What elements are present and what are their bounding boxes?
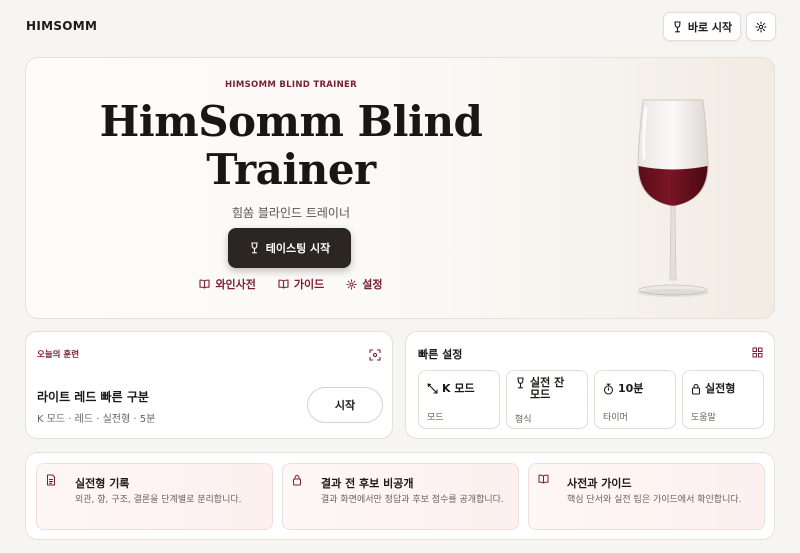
today-eyebrow: 오늘의 훈련 bbox=[37, 350, 80, 360]
option-format-value-line2: 모드 bbox=[530, 388, 551, 401]
option-timer-value: 10분 bbox=[618, 382, 644, 395]
wine-dictionary-label: 와인사전 bbox=[215, 278, 256, 291]
start-tasting-label: 테이스팅 시작 bbox=[265, 242, 331, 255]
settings-button[interactable] bbox=[746, 12, 776, 41]
settings-label: 설정 bbox=[362, 278, 383, 291]
wine-glass-icon bbox=[672, 20, 683, 33]
option-mode-head: K 모드 bbox=[427, 383, 475, 395]
wine-glass-illustration bbox=[626, 94, 726, 304]
gear-icon bbox=[755, 20, 767, 33]
option-timer[interactable]: 10분 타이머 bbox=[594, 370, 676, 429]
option-timer-head: 10분 bbox=[603, 383, 643, 395]
lock-icon bbox=[292, 474, 302, 486]
wine-glass-icon bbox=[515, 377, 526, 389]
feature-hidden-candidates: 결과 전 후보 비공개 결과 화면에서만 정답과 후보 점수를 공개합니다. bbox=[282, 463, 519, 530]
option-help-value: 실전형 bbox=[705, 382, 736, 395]
app-logo[interactable]: HIMSOMM bbox=[26, 19, 97, 33]
option-mode-value: K 모드 bbox=[442, 382, 475, 395]
today-training-card: 오늘의 훈련 라이트 레드 빠른 구분 K 모드 · 레드 · 실전형 · 5분… bbox=[25, 331, 393, 439]
gear-icon bbox=[346, 278, 357, 290]
guide-label: 가이드 bbox=[293, 278, 325, 291]
wine-glass-icon bbox=[249, 242, 260, 254]
quick-settings-card: 빠른 설정 K 모드 모드 실전 잔 모드 형식 10분 타이머 실전형 도움말 bbox=[405, 331, 775, 439]
pen-icon bbox=[427, 383, 438, 394]
option-timer-label: 타이머 bbox=[603, 413, 628, 423]
hero-panel: HIMSOMM BLIND TRAINER HimSomm Blind Trai… bbox=[25, 57, 775, 319]
features-card: 실전형 기록 외관, 향, 구조, 결론을 단계별로 분리합니다. 결과 전 후… bbox=[25, 452, 775, 540]
book-icon bbox=[538, 474, 549, 484]
wine-dictionary-link[interactable]: 와인사전 bbox=[199, 276, 256, 292]
settings-link[interactable]: 설정 bbox=[346, 276, 383, 292]
option-help-head: 실전형 bbox=[691, 383, 735, 395]
guide-link[interactable]: 가이드 bbox=[278, 276, 324, 292]
hero-title-line2: Trainer bbox=[206, 145, 376, 194]
top-bar: HIMSOMM 바로 시작 bbox=[0, 0, 800, 55]
hero-title: HimSomm Blind Trainer bbox=[26, 98, 556, 194]
document-icon bbox=[46, 474, 56, 486]
option-mode-label: 모드 bbox=[427, 413, 444, 423]
quick-start-label: 바로 시작 bbox=[687, 20, 733, 34]
focus-icon bbox=[369, 349, 381, 361]
option-mode[interactable]: K 모드 모드 bbox=[418, 370, 500, 429]
book-icon bbox=[278, 279, 289, 289]
hero-eyebrow: HIMSOMM BLIND TRAINER bbox=[225, 80, 357, 90]
option-help[interactable]: 실전형 도움말 bbox=[682, 370, 764, 429]
today-title: 라이트 레드 빠른 구분 bbox=[37, 390, 149, 404]
feature-desc: 핵심 단서와 실전 팁은 가이드에서 확인합니다. bbox=[567, 495, 742, 505]
feature-title: 결과 전 후보 비공개 bbox=[321, 477, 414, 490]
feature-practical-record: 실전형 기록 외관, 향, 구조, 결론을 단계별로 분리합니다. bbox=[36, 463, 273, 530]
feature-title: 사전과 가이드 bbox=[567, 477, 632, 490]
quick-settings-title: 빠른 설정 bbox=[418, 348, 463, 361]
option-format-head: 실전 잔 모드 bbox=[515, 377, 564, 401]
book-icon bbox=[199, 279, 210, 289]
hero-links: 와인사전 가이드 설정 bbox=[26, 276, 556, 292]
option-help-label: 도움말 bbox=[691, 413, 716, 423]
today-meta: K 모드 · 레드 · 실전형 · 5분 bbox=[37, 414, 156, 425]
quick-start-button[interactable]: 바로 시작 bbox=[663, 12, 741, 41]
lock-icon bbox=[691, 383, 701, 395]
feature-dictionary-guide: 사전과 가이드 핵심 단서와 실전 팁은 가이드에서 확인합니다. bbox=[528, 463, 765, 530]
option-format-label: 형식 bbox=[515, 415, 532, 425]
feature-desc: 결과 화면에서만 정답과 후보 점수를 공개합니다. bbox=[321, 495, 504, 505]
feature-desc: 외관, 향, 구조, 결론을 단계별로 분리합니다. bbox=[75, 495, 242, 505]
stopwatch-icon bbox=[603, 383, 614, 395]
today-start-button[interactable]: 시작 bbox=[307, 387, 383, 423]
grid-icon[interactable] bbox=[752, 347, 763, 358]
feature-title: 실전형 기록 bbox=[75, 477, 130, 490]
hero-title-line1: HimSomm Blind bbox=[99, 97, 483, 146]
start-tasting-button[interactable]: 테이스팅 시작 bbox=[228, 228, 351, 268]
hero-subtitle: 힘쏨 블라인드 트레이너 bbox=[231, 206, 351, 220]
option-format[interactable]: 실전 잔 모드 형식 bbox=[506, 370, 588, 429]
